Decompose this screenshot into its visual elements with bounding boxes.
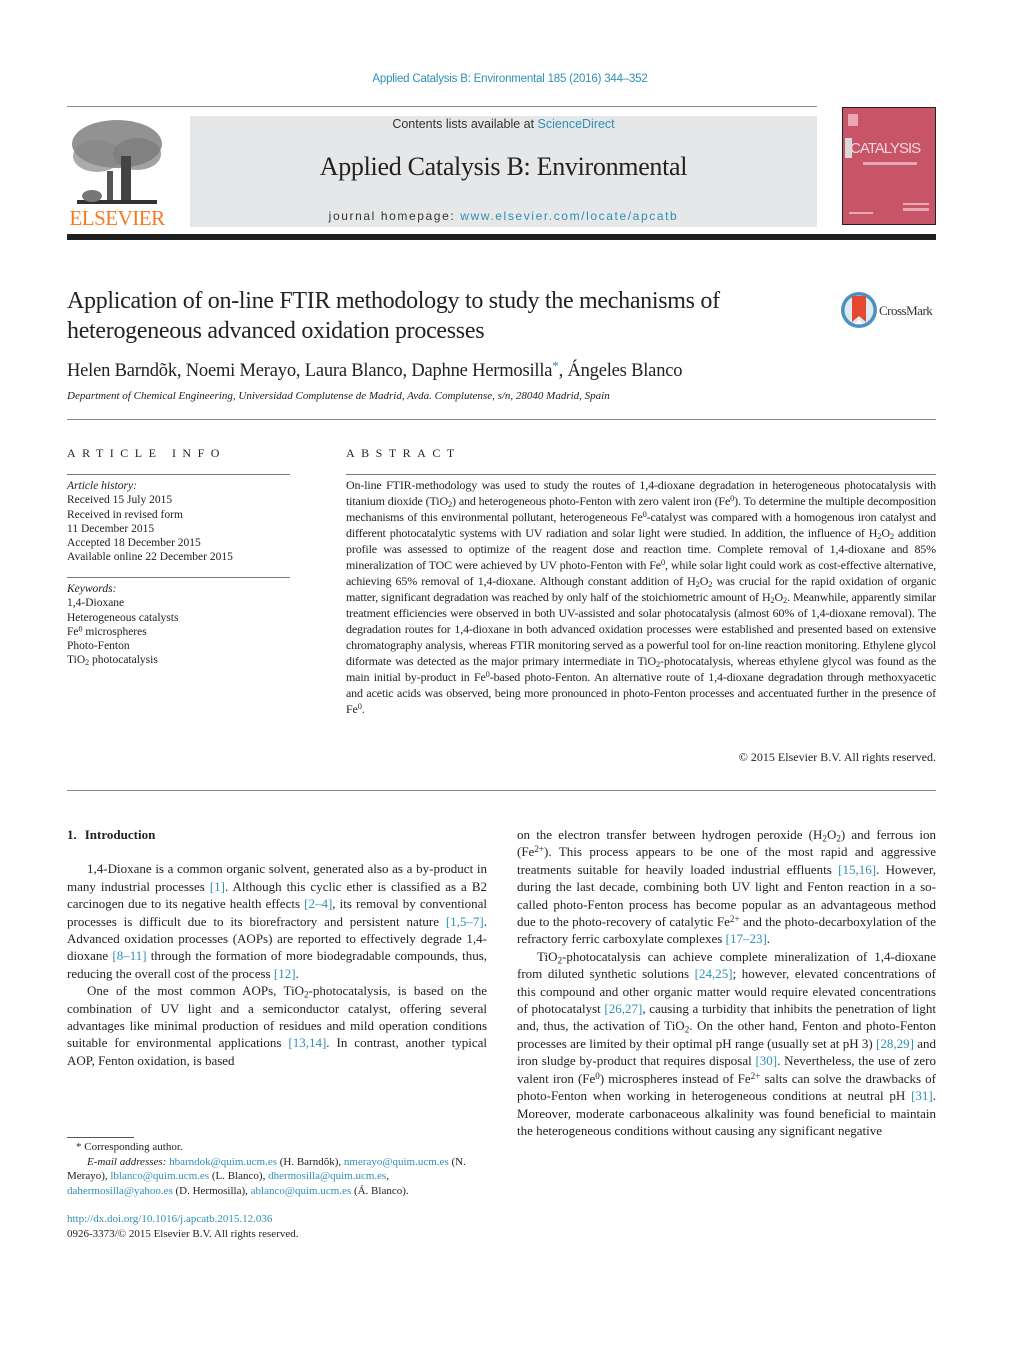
history-item: Received 15 July 2015 xyxy=(67,494,173,507)
keyword: Photo-Fenton xyxy=(67,640,130,653)
section-number: 1. xyxy=(67,827,77,842)
history-item: Available online 22 December 2015 xyxy=(67,551,233,564)
homepage-line: journal homepage: www.elsevier.com/locat… xyxy=(190,209,817,223)
divider xyxy=(67,577,290,578)
cover-word: CATALYSIS xyxy=(850,140,921,157)
email-addresses: E-mail addresses: hbarndok@quim.ucm.es (… xyxy=(67,1155,466,1197)
cover-footer-bar xyxy=(903,208,929,211)
reference-link[interactable]: [8–11] xyxy=(112,948,146,963)
email-link[interactable]: lblanco@quim.ucm.es xyxy=(110,1170,209,1182)
keyword-part: photocatalysis xyxy=(89,654,158,667)
article-info-heading: ARTICLE INFO xyxy=(67,446,226,460)
divider xyxy=(67,474,290,475)
elsevier-wordmark[interactable]: ELSEVIER xyxy=(67,206,167,231)
doi-link[interactable]: http://dx.doi.org/10.1016/j.apcatb.2015.… xyxy=(67,1213,272,1225)
reference-link[interactable]: [31] xyxy=(911,1088,933,1103)
contents-line: Contents lists available at ScienceDirec… xyxy=(190,117,817,131)
keyword-part: TiO xyxy=(67,654,86,667)
reference-link[interactable]: [13,14] xyxy=(288,1035,326,1050)
divider xyxy=(67,790,936,791)
corresponding-label: Corresponding author. xyxy=(84,1141,183,1153)
body-column-left: 1. Introduction 1,4-Dioxane is a common o… xyxy=(67,826,487,1069)
journal-cover-thumbnail[interactable]: CATALYSIS xyxy=(842,107,936,225)
journal-citation-link[interactable]: Applied Catalysis B: Environmental 185 (… xyxy=(0,73,1020,85)
cover-emblem-icon xyxy=(848,114,858,126)
abstract-copyright: © 2015 Elsevier B.V. All rights reserved… xyxy=(738,750,936,764)
email-link[interactable]: ablanco@quim.ucm.es xyxy=(251,1185,352,1197)
keywords-label: Keywords: xyxy=(67,583,117,595)
keywords: Keywords: 1,4-Dioxane Heterogeneous cata… xyxy=(67,582,290,668)
paragraph: One of the most common AOPs, TiO2-photoc… xyxy=(67,983,488,1068)
reference-link[interactable]: [15,16] xyxy=(838,862,876,877)
footnote-star: * xyxy=(76,1141,82,1153)
reference-link[interactable]: [1,5–7] xyxy=(446,914,484,929)
divider xyxy=(346,474,936,475)
doi-block: http://dx.doi.org/10.1016/j.apcatb.2015.… xyxy=(67,1212,497,1241)
divider xyxy=(67,106,817,107)
reference-link[interactable]: [28,29] xyxy=(876,1036,914,1051)
abstract-heading: ABSTRACT xyxy=(346,446,461,460)
history-item: Accepted 18 December 2015 xyxy=(67,537,201,550)
keyword: TiO2 photocatalysis xyxy=(67,653,290,667)
authors-text: Helen Barndõk, Noemi Merayo, Laura Blanc… xyxy=(67,361,553,381)
journal-title: Applied Catalysis B: Environmental xyxy=(319,152,688,181)
paragraph: on the electron transfer between hydroge… xyxy=(517,827,936,947)
reference-link[interactable]: [26,27] xyxy=(604,1001,642,1016)
email-link[interactable]: dahermosilla@yahoo.es xyxy=(67,1185,173,1197)
keyword: Heterogeneous catalysts xyxy=(67,611,179,624)
footnotes: * Corresponding author. E-mail addresses… xyxy=(67,1140,497,1198)
email-link[interactable]: dhermosilla@quim.ucm.es xyxy=(268,1170,386,1182)
reference-link[interactable]: [24,25] xyxy=(695,966,733,981)
footnote-divider xyxy=(67,1137,134,1138)
history-label: Article history: xyxy=(67,480,137,492)
body-column-right: on the electron transfer between hydroge… xyxy=(517,826,936,1139)
corresponding-note: * Corresponding author. xyxy=(67,1140,497,1155)
email-link[interactable]: hbarndok@quim.ucm.es xyxy=(169,1156,277,1168)
paragraph: 1,4-Dioxane is a common organic solvent,… xyxy=(67,861,488,981)
header-thick-divider xyxy=(67,234,936,240)
authors-text-tail: , Ángeles Blanco xyxy=(558,361,683,381)
issn-copyright: 0926-3373/© 2015 Elsevier B.V. All right… xyxy=(67,1227,299,1240)
section-heading: 1. Introduction xyxy=(67,826,487,843)
article-title: Application of on-line FTIR methodology … xyxy=(67,288,720,344)
keyword-part: microspheres xyxy=(82,625,147,638)
affiliation: Department of Chemical Engineering, Univ… xyxy=(67,390,610,402)
article-history: Article history: Received 15 July 2015 R… xyxy=(67,479,290,565)
keyword: 1,4-Dioxane xyxy=(67,597,125,610)
paragraph: TiO2-photocatalysis can achieve complete… xyxy=(517,948,936,1138)
contents-prefix: Contents lists available at xyxy=(392,117,538,131)
sciencedirect-link[interactable]: ScienceDirect xyxy=(538,117,615,131)
keyword: Fe0 microspheres xyxy=(67,625,290,639)
reference-link[interactable]: [17–23] xyxy=(726,931,767,946)
crossmark-label[interactable]: CrossMark xyxy=(879,303,933,319)
homepage-prefix: journal homepage: xyxy=(328,209,461,223)
history-item: Received in revised form xyxy=(67,508,183,521)
reference-link[interactable]: [12] xyxy=(274,966,296,981)
reference-link[interactable]: [2–4] xyxy=(304,896,332,911)
journal-homepage-link[interactable]: www.elsevier.com/locate/apcatb xyxy=(460,209,678,223)
email-link[interactable]: nmerayo@quim.ucm.es xyxy=(344,1156,449,1168)
author-list: Helen Barndõk, Noemi Merayo, Laura Blanc… xyxy=(67,358,683,382)
abstract-text: On-line FTIR-methodology was used to stu… xyxy=(346,478,936,716)
keyword-part: Fe xyxy=(67,625,79,638)
history-item: 11 December 2015 xyxy=(67,522,155,535)
cover-footer-bar xyxy=(903,203,929,205)
reference-link[interactable]: [30] xyxy=(755,1053,777,1068)
reference-link[interactable]: [1] xyxy=(210,879,225,894)
email-label: E-mail addresses: xyxy=(87,1155,167,1168)
cover-subtitle-bar xyxy=(863,162,917,165)
section-title: Introduction xyxy=(84,827,156,842)
divider xyxy=(67,419,936,420)
cover-footer-bar xyxy=(849,212,873,214)
